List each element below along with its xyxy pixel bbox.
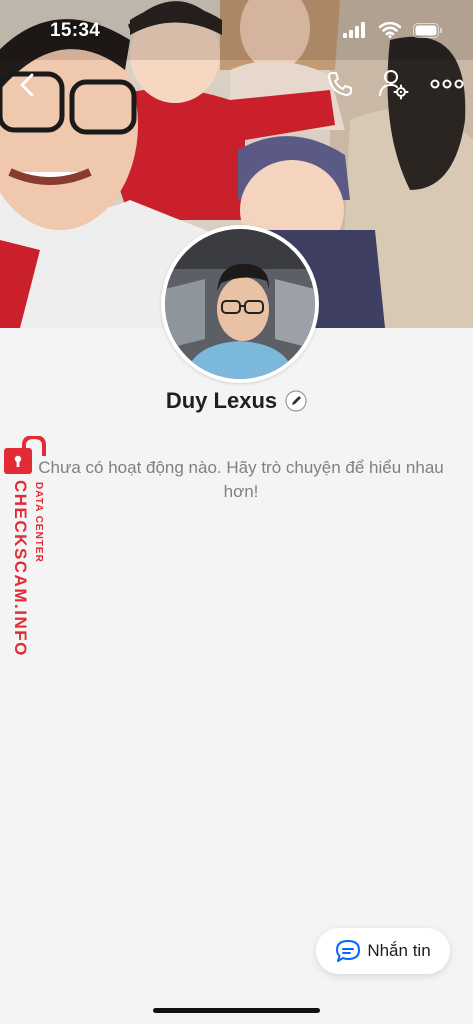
back-button[interactable] [14, 70, 42, 100]
more-dots-icon [430, 79, 464, 89]
watermark-main: CHECKSCAM.INFO [11, 480, 30, 657]
empty-activity-text: Chưa có hoạt động nào. Hãy trò chuyện để… [38, 458, 444, 501]
lock-icon [4, 436, 46, 474]
chevron-left-icon [20, 73, 34, 97]
profile-name-row: Duy Lexus [0, 385, 473, 417]
battery-icon [413, 22, 443, 43]
phone-icon [328, 72, 352, 96]
chat-bubble-icon [336, 940, 361, 962]
watermark-sub: DATA CENTER [33, 482, 44, 563]
message-button[interactable]: Nhắn tin [316, 928, 450, 974]
status-bar: 15:34 [0, 0, 473, 62]
status-time: 15:34 [50, 20, 101, 41]
avatar[interactable] [161, 225, 319, 383]
profile-name: Duy Lexus [165, 388, 278, 413]
wifi-icon [378, 21, 402, 43]
signal-icon [343, 22, 367, 43]
watermark: CHECKSCAM.INFO DATA CENTER [0, 434, 56, 674]
call-button[interactable] [326, 70, 354, 98]
avatar-photo [165, 229, 315, 379]
edit-name-button[interactable] [285, 390, 307, 412]
profile-settings-button[interactable] [378, 68, 410, 100]
pencil-icon [285, 390, 307, 412]
user-settings-icon [379, 70, 409, 100]
more-options-button[interactable] [430, 74, 464, 94]
message-button-label: Nhắn tin [367, 941, 431, 960]
home-indicator [153, 1008, 320, 1013]
